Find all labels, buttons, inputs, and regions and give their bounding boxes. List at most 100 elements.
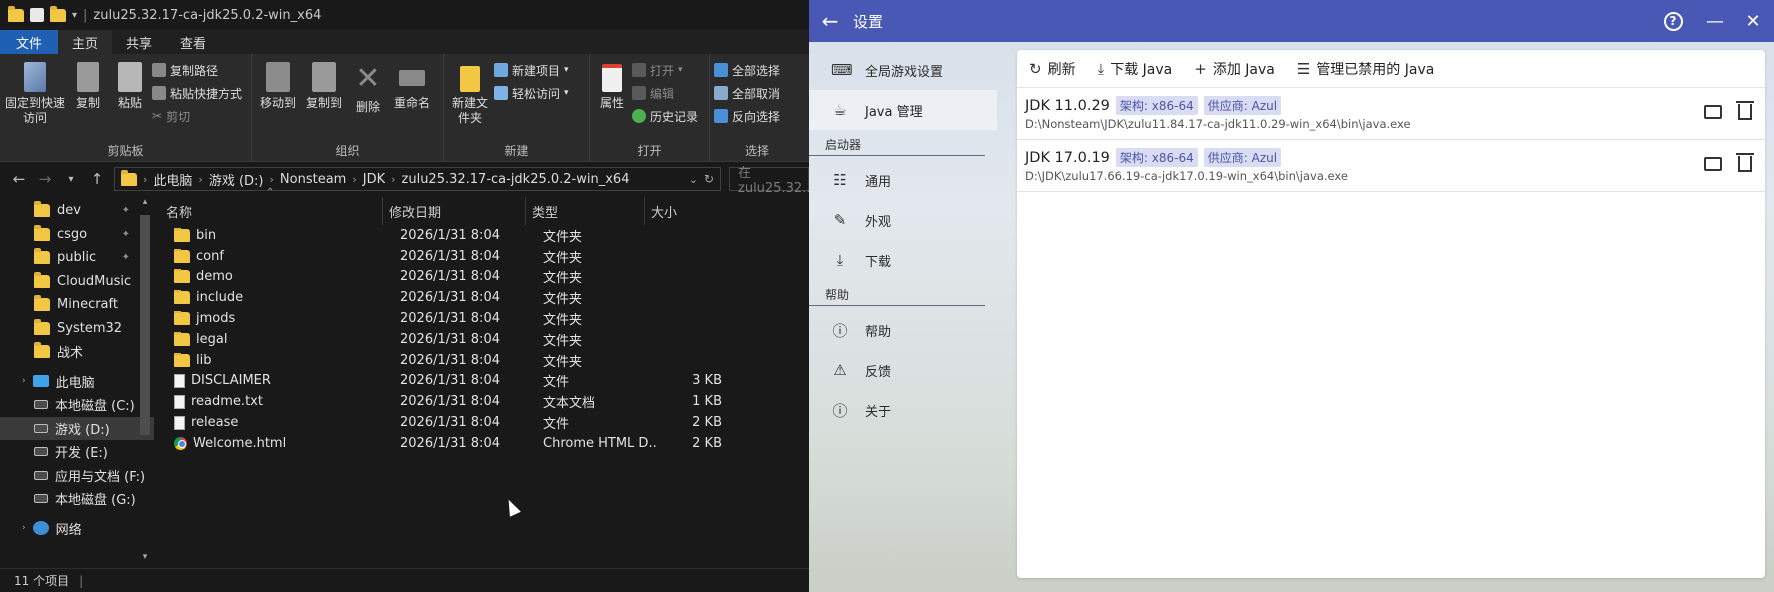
forward-arrow-icon[interactable]: → (36, 170, 54, 188)
new-item-button[interactable]: 新建项目 ▾ (494, 60, 569, 80)
tab-home[interactable]: 主页 (58, 30, 113, 54)
up-arrow-icon[interactable]: ↑ (88, 170, 106, 188)
file-row[interactable]: readme.txt 2026/1/31 8:04 文本文档 1 KB (154, 391, 809, 412)
properties-quick-icon[interactable] (30, 8, 44, 22)
breadcrumb-jdk[interactable]: JDK (363, 172, 385, 187)
column-header-type[interactable]: 类型 (526, 197, 645, 225)
move-to-button[interactable]: 移动到 (256, 58, 300, 143)
easy-access-button[interactable]: 轻松访问 ▾ (494, 83, 569, 103)
search-input[interactable]: 在 zulu25.32... (729, 166, 809, 196)
settings-titlebar[interactable]: ← 设置 ? — ✕ (809, 0, 1774, 42)
back-arrow-icon[interactable]: ← (10, 170, 28, 188)
manage-disabled-java-button[interactable]: ☰ 管理已禁用的 Java (1297, 59, 1434, 79)
new-folder-quick-icon[interactable] (50, 5, 66, 22)
nav-drive-item[interactable]: 本地磁盘 (G:) (0, 487, 154, 511)
refresh-button[interactable]: ↻ 刷新 (1029, 59, 1076, 79)
nav-quick-item[interactable]: Minecraft (0, 293, 154, 317)
nav-help[interactable]: ⓘ 帮助 (809, 310, 997, 350)
java-item[interactable]: JDK 17.0.19 架构: x86-64 供应商: Azul D:\JDK\zul… (1017, 140, 1765, 192)
nav-quick-item[interactable]: dev (0, 199, 154, 223)
file-row[interactable]: jmods 2026/1/31 8:04 文件夹 (154, 308, 809, 329)
file-row[interactable]: legal 2026/1/31 8:04 文件夹 (154, 329, 809, 350)
nav-drive-item[interactable]: 开发 (E:) (0, 440, 154, 464)
delete-button[interactable]: ✕ 删除 (348, 58, 388, 143)
recent-dropdown-icon[interactable]: ▾ (62, 174, 80, 185)
select-all-button[interactable]: 全部选择 (714, 60, 780, 80)
refresh-icon[interactable]: ↻ (704, 172, 714, 186)
open-button[interactable]: 打开 ▾ (632, 60, 698, 80)
nav-java-management[interactable]: ☕ Java 管理 (809, 90, 997, 130)
nav-quick-item[interactable]: csgo (0, 223, 154, 247)
pin-quick-access-button[interactable]: 固定到快速访问 (4, 58, 66, 143)
scroll-down-icon[interactable]: ▾ (138, 552, 152, 562)
tab-share[interactable]: 共享 (112, 30, 166, 54)
rename-button[interactable]: 重命名 (390, 58, 434, 143)
edit-button[interactable]: 编辑 (632, 83, 698, 103)
delete-java-button[interactable] (1735, 101, 1755, 122)
copy-path-button[interactable]: 复制路径 (152, 60, 242, 80)
nav-quick-item[interactable]: public (0, 246, 154, 270)
nav-this-pc[interactable]: › 此电脑 (0, 370, 154, 394)
column-header-date[interactable]: 修改日期 (383, 197, 526, 225)
minimize-button[interactable]: — (1696, 0, 1734, 42)
nav-download[interactable]: ⤓ 下载 (809, 240, 997, 280)
file-row[interactable]: demo 2026/1/31 8:04 文件夹 (154, 267, 809, 288)
paste-button[interactable]: 粘贴 (110, 58, 150, 143)
copy-button[interactable]: 复制 (68, 58, 108, 143)
nav-drive-item[interactable]: 本地磁盘 (C:) (0, 393, 154, 417)
close-button[interactable]: ✕ (1734, 0, 1772, 42)
file-row[interactable]: lib 2026/1/31 8:04 文件夹 (154, 350, 809, 371)
explorer-titlebar[interactable]: ▾ | zulu25.32.17-ca-jdk25.0.2-win_x64 (0, 0, 809, 30)
breadcrumb-nonsteam[interactable]: Nonsteam (280, 172, 346, 187)
java-item[interactable]: JDK 11.0.29 架构: x86-64 供应商: Azul D:\Nonstea… (1017, 88, 1765, 140)
quick-access-dropdown-icon[interactable]: ▾ (72, 10, 77, 21)
properties-button[interactable]: 属性 (594, 58, 630, 143)
dropdown-icon: ▾ (678, 65, 683, 75)
file-row[interactable]: bin 2026/1/31 8:04 文件夹 (154, 225, 809, 246)
breadcrumb-drive-d[interactable]: 游戏 (D:) (209, 170, 264, 189)
file-row[interactable]: release 2026/1/31 8:04 文件 2 KB (154, 412, 809, 433)
help-button[interactable]: ? (1654, 0, 1692, 42)
file-row[interactable]: include 2026/1/31 8:04 文件夹 (154, 287, 809, 308)
nav-drive-item[interactable]: 游戏 (D:) (0, 416, 154, 440)
scrollbar-thumb[interactable] (140, 215, 150, 435)
history-button[interactable]: 历史记录 (632, 106, 698, 126)
nav-drive-item[interactable]: 应用与文档 (F:) (0, 464, 154, 488)
nav-feedback[interactable]: ⚠ 反馈 (809, 350, 997, 390)
column-header-name[interactable]: 名称 (154, 197, 383, 225)
file-type: 文件夹 (543, 229, 583, 245)
nav-quick-item[interactable]: System32 (0, 317, 154, 341)
open-folder-button[interactable] (1703, 154, 1723, 174)
tab-view[interactable]: 查看 (166, 30, 220, 54)
back-arrow-icon[interactable]: ← (809, 9, 851, 33)
file-row[interactable]: DISCLAIMER 2026/1/31 8:04 文件 3 KB (154, 371, 809, 392)
file-row[interactable]: conf 2026/1/31 8:04 文件夹 (154, 246, 809, 267)
breadcrumb-this-pc[interactable]: 此电脑 (153, 170, 192, 189)
nav-quick-item[interactable]: CloudMusic (0, 270, 154, 294)
tab-file[interactable]: 文件 (0, 30, 59, 54)
nav-global-game-settings[interactable]: ⌨ 全局游戏设置 (809, 50, 997, 90)
nav-network[interactable]: › 网络 (0, 517, 154, 541)
new-folder-button[interactable]: 新建文件夹 (448, 58, 492, 143)
open-folder-button[interactable] (1703, 102, 1723, 122)
paste-shortcut-button[interactable]: 粘贴快捷方式 (152, 83, 242, 103)
column-header-size[interactable]: 大小 (645, 197, 715, 225)
nav-scrollbar[interactable]: ▴ ▾ (138, 197, 152, 568)
download-java-button[interactable]: ⤓ 下载 Java (1098, 59, 1173, 79)
breadcrumb-current-folder[interactable]: zulu25.32.17-ca-jdk25.0.2-win_x64 (402, 172, 630, 187)
add-java-button[interactable]: + 添加 Java (1194, 59, 1275, 79)
chevron-right-icon: › (198, 172, 203, 186)
cut-button[interactable]: ✂ 剪切 (152, 106, 242, 126)
nav-appearance[interactable]: ✎ 外观 (809, 200, 997, 240)
nav-about[interactable]: ⓘ 关于 (809, 390, 997, 430)
delete-java-button[interactable] (1735, 153, 1755, 174)
file-row[interactable]: Welcome.html 2026/1/31 8:04 Chrome HTML D.… (154, 433, 809, 454)
invert-selection-button[interactable]: 反向选择 (714, 106, 780, 126)
nav-quick-item[interactable]: 战术 (0, 340, 154, 364)
select-none-button[interactable]: 全部取消 (714, 83, 780, 103)
address-dropdown-icon[interactable]: ⌄ (689, 173, 698, 186)
scroll-up-icon[interactable]: ▴ (138, 197, 152, 207)
copy-to-button[interactable]: 复制到 (302, 58, 346, 143)
address-bar[interactable]: › 此电脑 › 游戏 (D:) › Nonsteam › JDK › zulu2… (114, 167, 721, 191)
nav-general[interactable]: ☷ 通用 (809, 160, 997, 200)
